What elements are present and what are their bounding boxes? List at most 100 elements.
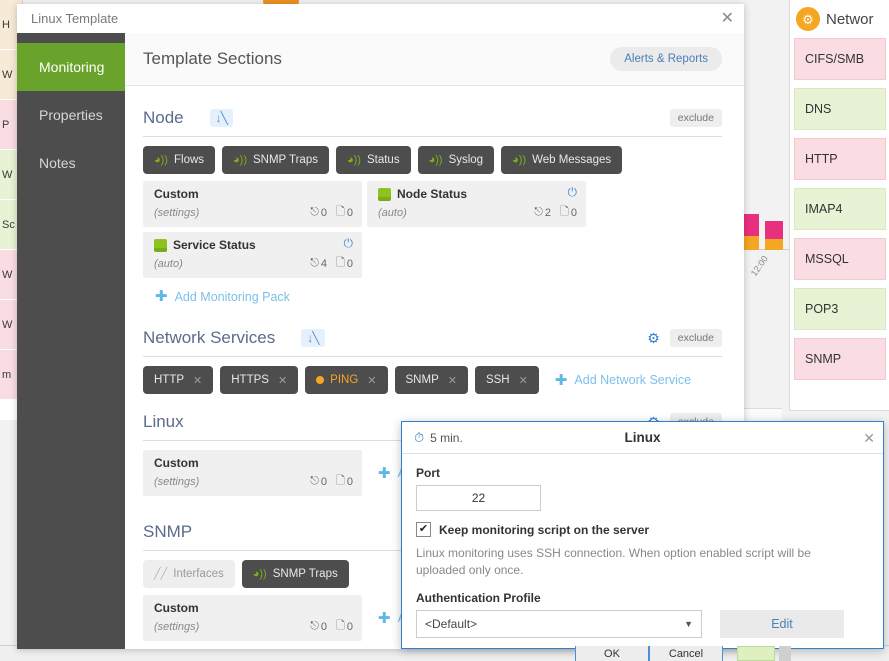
popup-title: Linux	[624, 430, 661, 445]
chip-snmp-traps[interactable]: ◕)) SNMP Traps	[241, 560, 349, 588]
port-label: Port	[416, 466, 440, 480]
checkbox-checked-icon[interactable]: ✔	[416, 522, 431, 537]
signal-icon: ◕))	[346, 153, 361, 166]
list-item-label: SNMP	[805, 352, 842, 366]
node-card-row: Custom (settings) ⎋ 0 🗋 0 ⏻ Node Status …	[143, 181, 722, 278]
section-node: Node ↓╲ exclude ◕)) Flows ◕)) SNMP Traps…	[143, 100, 722, 304]
document-count: 0	[346, 620, 353, 633]
exclude-button[interactable]: exclude	[669, 109, 722, 127]
bell-icon: ⎋	[310, 620, 319, 632]
card-title: Custom	[154, 456, 199, 470]
add-monitoring-pack-node[interactable]: ✚ Add Monitoring Pack	[155, 289, 722, 304]
sidebar-item-monitoring[interactable]: Monitoring	[17, 43, 136, 91]
pack-card-custom[interactable]: Custom (settings) ⎋ 0 🗋 0	[143, 595, 362, 641]
chip-https[interactable]: HTTPS ✕	[220, 366, 299, 394]
popup-header: ⏱ 5 min. Linux ✕	[402, 422, 883, 454]
signal-icon: ◕))	[428, 153, 443, 166]
close-icon[interactable]: ✕	[519, 374, 528, 387]
list-item[interactable]: CIFS/SMB	[794, 38, 886, 80]
stopwatch-icon: ⏱	[414, 430, 425, 445]
port-input[interactable]: 22	[416, 485, 541, 511]
list-item-label: DNS	[805, 102, 832, 116]
document-count: 0	[570, 206, 577, 219]
sidebar-item-properties[interactable]: Properties	[17, 91, 125, 139]
close-icon[interactable]: ✕	[193, 374, 202, 387]
bg-left-row-label: H	[2, 18, 10, 31]
document-icon: 🗋	[336, 257, 345, 269]
list-item[interactable]: MSSQL	[794, 238, 886, 280]
plus-icon: ✚	[378, 610, 391, 627]
card-title: Custom	[154, 187, 199, 201]
gear-icon[interactable]: ⚙	[647, 331, 660, 345]
chip-label: PING	[330, 374, 359, 386]
list-item[interactable]: HTTP	[794, 138, 886, 180]
edit-button[interactable]: Edit	[720, 609, 844, 638]
chip-syslog[interactable]: ◕)) Syslog	[417, 146, 495, 174]
document-icon: 🗋	[336, 475, 345, 487]
document-icon: 🗋	[560, 206, 569, 218]
pack-card-node-status[interactable]: ⏻ Node Status (auto) ⎋ 2 🗋 0	[367, 181, 586, 227]
exclude-button[interactable]: exclude	[669, 329, 722, 347]
auth-profile-select[interactable]: <Default> ▼	[416, 609, 702, 638]
pack-card-custom[interactable]: Custom (settings) ⎋ 0 🗋 0	[143, 450, 362, 496]
list-item[interactable]: DNS	[794, 88, 886, 130]
bell-icon: ⎋	[310, 257, 319, 269]
list-item[interactable]: POP3	[794, 288, 886, 330]
window-title-bar: Linux Template ✕	[17, 4, 744, 33]
card-subtitle: (auto)	[154, 257, 183, 270]
power-icon[interactable]: ⏻	[344, 237, 354, 249]
bg-left-row-label: P	[2, 118, 10, 131]
bell-icon: ⎋	[310, 475, 319, 487]
alert-count: 0	[320, 206, 328, 219]
chip-http[interactable]: HTTP ✕	[143, 366, 214, 394]
card-title: Node Status	[397, 187, 468, 201]
chevron-down-icon: ▼	[684, 618, 693, 629]
chip-interfaces[interactable]: ╱╱ Interfaces	[143, 560, 235, 588]
network-services-chip-row: HTTP ✕ HTTPS ✕ PING ✕ SNMP ✕ SSH ✕ ✚ Add…	[143, 366, 722, 394]
document-count: 0	[346, 206, 353, 219]
chip-ping[interactable]: PING ✕	[305, 366, 388, 394]
window-title: Linux Template	[31, 11, 119, 26]
list-item-label: HTTP	[805, 152, 838, 166]
cancel-button[interactable]: Cancel	[649, 646, 723, 661]
power-icon[interactable]: ⏻	[568, 186, 578, 198]
list-item[interactable]: IMAP4	[794, 188, 886, 230]
popup-interval[interactable]: ⏱ 5 min.	[414, 431, 463, 445]
chip-ssh[interactable]: SSH ✕	[474, 366, 539, 394]
document-icon: 🗋	[336, 206, 345, 218]
window-sidebar: Monitoring Properties Notes	[17, 33, 136, 649]
chip-label: Web Messages	[532, 154, 612, 166]
close-icon[interactable]: ✕	[721, 10, 734, 27]
signal-icon: ◕))	[512, 153, 527, 166]
screen-root: H W P W Sc W W m 12:00 ⚙ Networ CIFS/SMB…	[0, 0, 889, 661]
chip-web-messages[interactable]: ◕)) Web Messages	[501, 146, 623, 174]
pack-card-custom[interactable]: Custom (settings) ⎋ 0 🗋 0	[143, 181, 362, 227]
close-icon[interactable]: ✕	[863, 431, 875, 445]
chip-snmp[interactable]: SNMP ✕	[394, 366, 468, 394]
signal-icon: ◕))	[252, 567, 267, 580]
chip-flows[interactable]: ◕)) Flows	[143, 146, 216, 174]
chip-status[interactable]: ◕)) Status	[335, 146, 411, 174]
bg-left-row-label: W	[2, 68, 13, 81]
close-icon[interactable]: ✕	[278, 374, 287, 387]
ok-button[interactable]: OK	[575, 646, 649, 661]
add-network-service-link[interactable]: ✚ Add Network Service	[555, 371, 691, 389]
section-divider	[143, 136, 722, 137]
close-icon[interactable]: ✕	[448, 374, 457, 387]
dialog-footer-buttons: OK Cancel	[575, 646, 791, 661]
keep-script-checkbox-row[interactable]: ✔ Keep monitoring script on the server	[416, 522, 869, 537]
list-item[interactable]: SNMP	[794, 338, 886, 380]
page-title: Template Sections	[143, 49, 282, 68]
gears-icon: ⚙	[796, 7, 820, 31]
sidebar-item-notes[interactable]: Notes	[17, 139, 125, 187]
bg-left-row-label: W	[2, 168, 13, 181]
list-item-label: CIFS/SMB	[805, 52, 865, 66]
close-icon[interactable]: ✕	[367, 374, 376, 387]
sort-descending-off-icon[interactable]: ↓╲	[301, 329, 325, 347]
pack-card-service-status[interactable]: ⏻ Service Status (auto) ⎋ 4 🗋 0	[143, 232, 362, 278]
sort-descending-off-icon[interactable]: ↓╲	[209, 109, 233, 127]
chart-tick-label: 12:00	[748, 253, 770, 278]
alerts-reports-button[interactable]: Alerts & Reports	[610, 47, 722, 71]
chip-snmp-traps[interactable]: ◕)) SNMP Traps	[222, 146, 329, 174]
card-subtitle: (settings)	[154, 475, 200, 488]
